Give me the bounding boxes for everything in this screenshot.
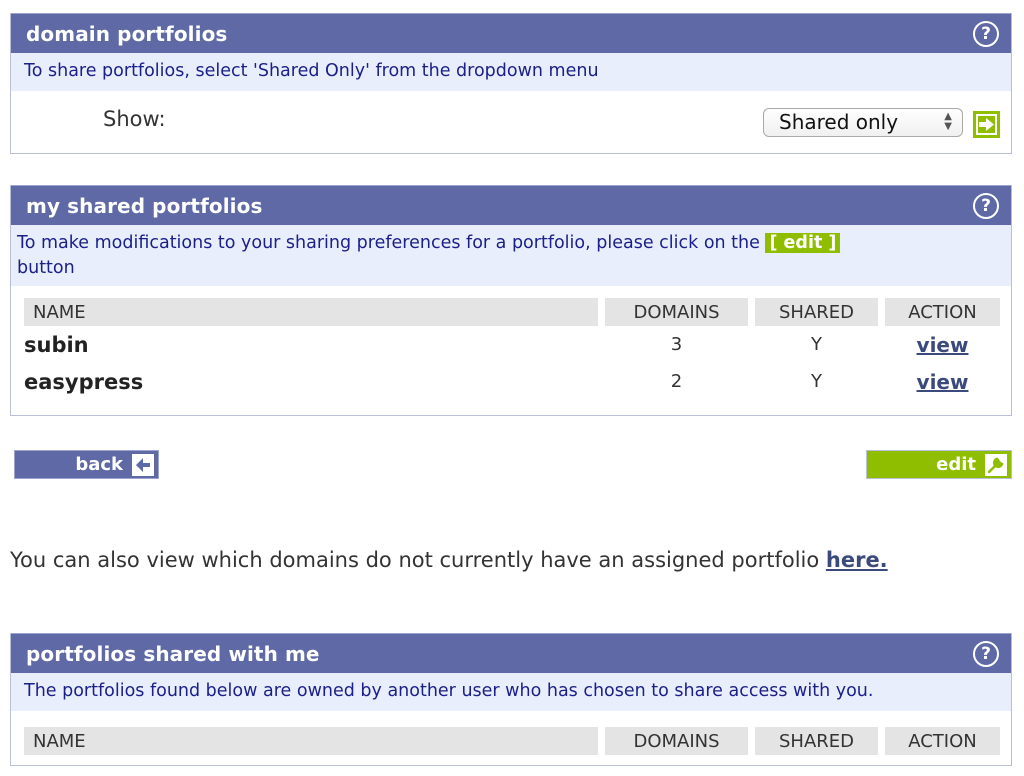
portfolio-shared: Y bbox=[811, 334, 822, 355]
unassigned-domains-info: You can also view which domains do not c… bbox=[10, 548, 888, 572]
panel-title: domain portfolios bbox=[26, 21, 228, 46]
show-select-value: Shared only bbox=[779, 110, 899, 134]
help-circle-icon[interactable]: ? bbox=[973, 640, 999, 667]
note-text-end: button bbox=[17, 258, 75, 278]
wrench-icon bbox=[985, 453, 1007, 476]
show-filter-row: Show: Shared only ▲ ▼ bbox=[11, 91, 1011, 155]
my-shared-portfolios-panel: my shared portfolios ? To make modificat… bbox=[10, 185, 1012, 416]
edit-button[interactable]: edit bbox=[866, 450, 1012, 479]
my-shared-portfolios-table: NAME DOMAINS SHARED ACTION subin 3 Y vie… bbox=[17, 298, 1007, 400]
show-label: Show: bbox=[103, 107, 166, 131]
column-header-shared: SHARED bbox=[755, 298, 878, 326]
info-text: You can also view which domains do not c… bbox=[10, 548, 826, 572]
portfolio-shared: Y bbox=[811, 371, 822, 392]
go-button[interactable] bbox=[973, 111, 1000, 138]
here-link[interactable]: here. bbox=[826, 548, 888, 572]
column-header-name: NAME bbox=[24, 298, 598, 326]
arrow-left-icon bbox=[132, 453, 154, 476]
table-row: easypress 2 Y view bbox=[24, 363, 1000, 400]
panel-title: portfolios shared with me bbox=[26, 641, 320, 666]
table-header-row: NAME DOMAINS SHARED ACTION bbox=[24, 727, 1000, 755]
domain-portfolios-panel: domain portfolios ? To share portfolios,… bbox=[10, 13, 1012, 154]
back-button[interactable]: back bbox=[14, 450, 159, 479]
view-link[interactable]: view bbox=[917, 333, 969, 357]
column-header-shared: SHARED bbox=[755, 727, 878, 755]
edit-badge[interactable]: [ edit ] bbox=[765, 233, 841, 253]
help-circle-icon[interactable]: ? bbox=[973, 192, 999, 219]
table-header-row: NAME DOMAINS SHARED ACTION bbox=[24, 298, 1000, 326]
portfolio-name: subin bbox=[24, 332, 89, 357]
panel-header: portfolios shared with me ? bbox=[11, 633, 1011, 673]
edit-label: edit bbox=[936, 454, 976, 475]
select-arrows-icon: ▲ ▼ bbox=[944, 111, 952, 132]
back-label: back bbox=[75, 454, 123, 475]
portfolio-domains: 3 bbox=[670, 334, 683, 355]
portfolio-name: easypress bbox=[24, 369, 144, 394]
column-header-domains: DOMAINS bbox=[605, 298, 748, 326]
column-header-action: ACTION bbox=[885, 298, 1000, 326]
note-text: To make modifications to your sharing pr… bbox=[17, 233, 766, 253]
panel-header: domain portfolios ? bbox=[11, 13, 1011, 53]
column-header-action: ACTION bbox=[885, 727, 1000, 755]
help-circle-icon[interactable]: ? bbox=[973, 20, 999, 47]
panel-note: To make modifications to your sharing pr… bbox=[11, 225, 1011, 286]
column-header-domains: DOMAINS bbox=[605, 727, 748, 755]
panel-title: my shared portfolios bbox=[26, 193, 263, 218]
show-select[interactable]: Shared only ▲ ▼ bbox=[763, 108, 963, 137]
panel-header: my shared portfolios ? bbox=[11, 185, 1011, 225]
view-link[interactable]: view bbox=[917, 370, 969, 394]
shared-with-me-table: NAME DOMAINS SHARED ACTION bbox=[17, 727, 1007, 755]
portfolios-shared-with-me-panel: portfolios shared with me ? The portfoli… bbox=[10, 633, 1012, 766]
column-header-name: NAME bbox=[24, 727, 598, 755]
arrow-right-icon bbox=[976, 114, 997, 135]
portfolio-domains: 2 bbox=[670, 371, 683, 392]
panel-note: To share portfolios, select 'Shared Only… bbox=[11, 53, 1011, 91]
table-row: subin 3 Y view bbox=[24, 326, 1000, 363]
panel-note: The portfolios found below are owned by … bbox=[11, 673, 1011, 711]
